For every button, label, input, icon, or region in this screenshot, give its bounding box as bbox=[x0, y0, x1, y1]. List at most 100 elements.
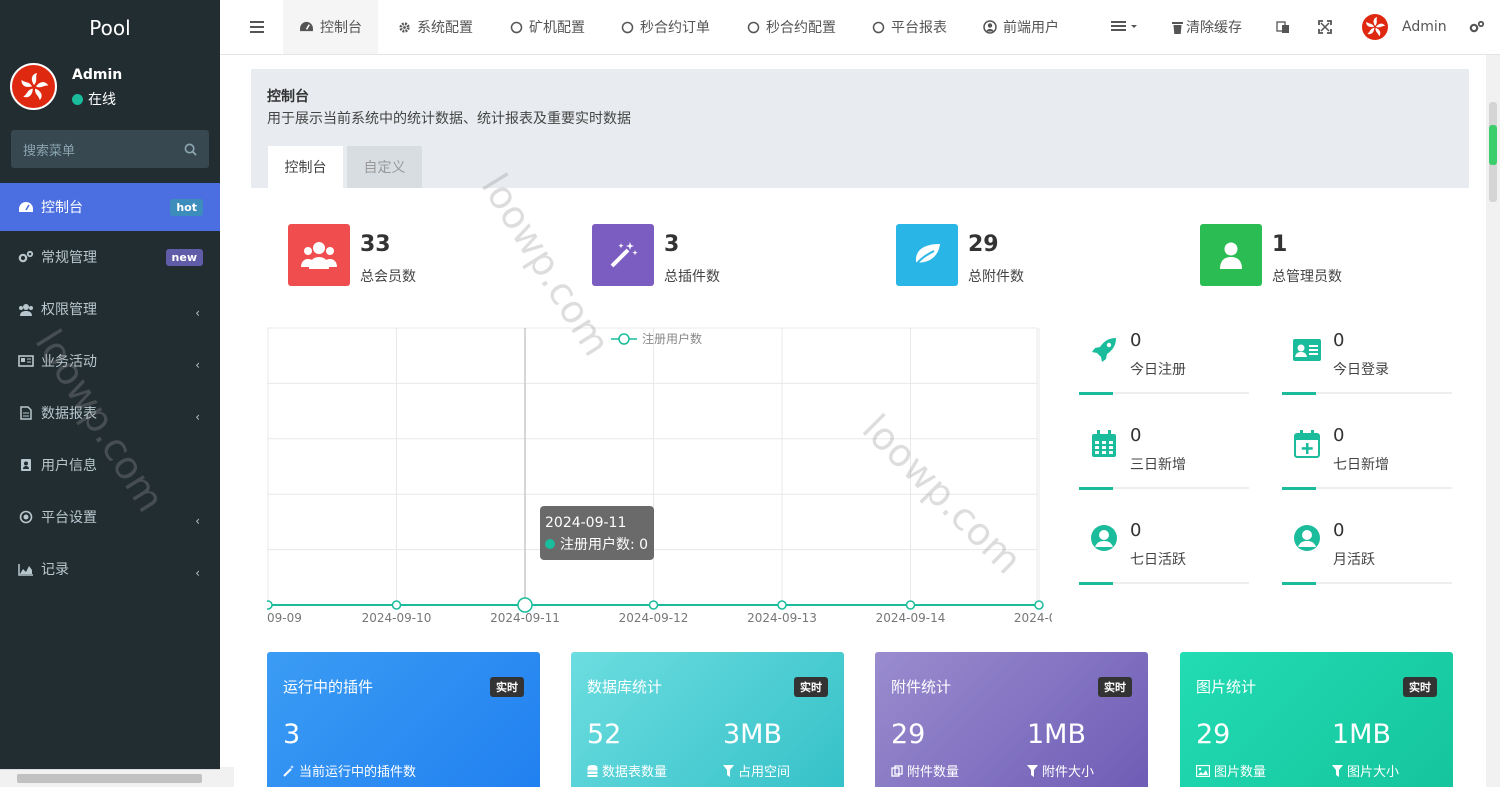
avatar bbox=[1362, 14, 1388, 40]
tab-contract-config[interactable]: 秒合约配置 bbox=[747, 0, 836, 54]
mini-stat-bar bbox=[1079, 487, 1249, 490]
card-caption-label: 当前运行中的插件数 bbox=[299, 765, 417, 780]
mini-stat-value: 0 bbox=[1130, 330, 1142, 351]
search-icon[interactable] bbox=[184, 143, 197, 156]
card-value: 52 bbox=[587, 719, 622, 750]
magic-icon bbox=[610, 242, 638, 268]
card-caption-label: 图片大小 bbox=[1347, 765, 1400, 780]
tab-miner-config[interactable]: 矿机配置 bbox=[510, 0, 585, 54]
realtime-badge: 实时 bbox=[1403, 677, 1437, 697]
fullscreen-icon[interactable] bbox=[1318, 20, 1332, 34]
x-tick-label: 2024-09-14 bbox=[876, 611, 946, 625]
stat-attachments-box bbox=[896, 224, 958, 286]
clear-cache-button[interactable]: 清除缓存 bbox=[1172, 0, 1242, 54]
mini-stat-label: 今日登录 bbox=[1333, 362, 1389, 378]
filter-icon bbox=[723, 764, 734, 777]
top-navbar: 控制台 系统配置 矿机配置 秒合约订单 秒合约配置 平台报表 前端用户 清除缓存… bbox=[220, 0, 1500, 55]
user-name: Admin bbox=[72, 67, 123, 83]
card-caption-label: 数据表数量 bbox=[602, 765, 668, 780]
card-title: 附件统计 bbox=[891, 678, 952, 696]
stat-attachments-value: 29 bbox=[968, 232, 999, 257]
card-caption-secondary: 附件大小 bbox=[1027, 761, 1094, 780]
page-description: 用于展示当前系统中的统计数据、统计报表及重要实时数据 bbox=[267, 111, 631, 127]
stat-admins-box bbox=[1200, 224, 1262, 286]
file-icon bbox=[18, 406, 34, 420]
chevron-left-icon: ‹ bbox=[195, 306, 200, 320]
tab-label: 秒合约配置 bbox=[766, 20, 836, 36]
tab-dashboard[interactable]: 控制台 bbox=[283, 0, 378, 54]
sidebar-item-general[interactable]: 常规管理 new bbox=[0, 231, 220, 283]
tab-dashboard-panel[interactable]: 控制台 bbox=[268, 146, 343, 188]
settings-button[interactable] bbox=[1469, 0, 1485, 54]
legend-label: 注册用户数 bbox=[642, 331, 702, 346]
hamburger-menu-icon[interactable] bbox=[250, 21, 264, 33]
sidebar-item-dashboard[interactable]: 控制台 hot bbox=[0, 183, 220, 231]
sidebar-item-records[interactable]: 记录 ‹ bbox=[0, 543, 220, 595]
sidebar-horizontal-scrollbar[interactable] bbox=[0, 769, 220, 787]
card-caption: 图片数量 bbox=[1196, 761, 1266, 780]
menu-search-input[interactable]: 搜索菜单 bbox=[11, 130, 209, 168]
mini-stat-bar bbox=[1079, 582, 1249, 585]
sidebar-item-label: 权限管理 bbox=[41, 302, 97, 318]
magic-icon bbox=[283, 764, 294, 777]
gear-icon bbox=[398, 21, 411, 34]
menu-search-placeholder: 搜索菜单 bbox=[23, 143, 76, 159]
rocket-icon bbox=[1089, 335, 1119, 365]
hot-badge: hot bbox=[170, 199, 203, 216]
chevron-left-icon: ‹ bbox=[195, 514, 200, 528]
stat-attachments-label: 总附件数 bbox=[968, 269, 1024, 285]
tooltip-title: 2024-09-11 bbox=[545, 515, 626, 531]
mini-stat-label: 三日新增 bbox=[1130, 457, 1186, 473]
tab-system-config[interactable]: 系统配置 bbox=[398, 0, 473, 54]
area-chart-icon bbox=[18, 562, 34, 576]
card-database: 数据库统计 实时 52 3MB 数据表数量 占用空间 bbox=[571, 652, 844, 787]
content-vertical-scrollbar[interactable] bbox=[1486, 55, 1500, 787]
tab-frontend-users[interactable]: 前端用户 bbox=[983, 0, 1059, 54]
user-menu[interactable]: Admin bbox=[1362, 0, 1447, 54]
card-caption-secondary: 占用空间 bbox=[723, 761, 790, 780]
card-value: 3 bbox=[283, 719, 301, 750]
tab-contract-orders[interactable]: 秒合约订单 bbox=[621, 0, 710, 54]
data-point bbox=[517, 597, 533, 613]
trash-icon bbox=[1172, 21, 1183, 34]
x-tick-label: 2024-09-13 bbox=[747, 611, 817, 625]
user-circle-icon bbox=[1089, 523, 1119, 553]
circle-icon bbox=[747, 21, 760, 34]
data-point bbox=[1034, 600, 1044, 610]
logo[interactable]: Pool bbox=[0, 0, 220, 55]
tab-custom-panel[interactable]: 自定义 bbox=[347, 146, 422, 188]
avatar[interactable] bbox=[10, 63, 57, 110]
cogs-icon[interactable] bbox=[1469, 20, 1485, 34]
stat-plugins-label: 总插件数 bbox=[664, 269, 720, 285]
translate-icon[interactable] bbox=[1276, 20, 1290, 34]
card-images: 图片统计 实时 29 1MB 图片数量 图片大小 bbox=[1180, 652, 1453, 787]
more-tabs-dropdown[interactable] bbox=[1111, 0, 1139, 54]
scrollbar-indicator bbox=[1489, 125, 1497, 165]
user-panel: Admin 在线 bbox=[0, 55, 220, 125]
language-button[interactable] bbox=[1276, 0, 1290, 54]
mini-stat-label: 七日新增 bbox=[1333, 457, 1389, 473]
card-caption: 数据表数量 bbox=[587, 761, 667, 780]
stat-members-box bbox=[288, 224, 350, 286]
data-point bbox=[777, 600, 787, 610]
image-icon bbox=[1196, 764, 1210, 777]
x-tick-label: 2024-09-11 bbox=[490, 611, 560, 625]
data-point bbox=[648, 600, 659, 610]
sidebar-toggle-button[interactable] bbox=[250, 0, 264, 54]
list-dropdown-icon[interactable] bbox=[1111, 20, 1139, 34]
user-circle-icon bbox=[983, 20, 997, 34]
tab-platform-reports[interactable]: 平台报表 bbox=[872, 0, 947, 54]
card-caption-label: 附件数量 bbox=[907, 765, 960, 780]
database-icon bbox=[587, 764, 598, 777]
sidebar-item-platform-settings[interactable]: 平台设置 ‹ bbox=[0, 491, 220, 543]
scrollbar-thumb[interactable] bbox=[17, 774, 202, 783]
chart-series bbox=[267, 597, 1044, 613]
chevron-left-icon: ‹ bbox=[195, 410, 200, 424]
sidebar-item-permissions[interactable]: 权限管理 ‹ bbox=[0, 283, 220, 335]
x-tick-label: 2024-09 bbox=[1014, 611, 1052, 625]
mini-stat-label: 今日注册 bbox=[1130, 362, 1186, 378]
fullscreen-button[interactable] bbox=[1318, 0, 1332, 54]
data-point bbox=[267, 600, 273, 610]
chart-legend[interactable]: 注册用户数 bbox=[611, 331, 702, 346]
circle-icon bbox=[510, 21, 523, 34]
